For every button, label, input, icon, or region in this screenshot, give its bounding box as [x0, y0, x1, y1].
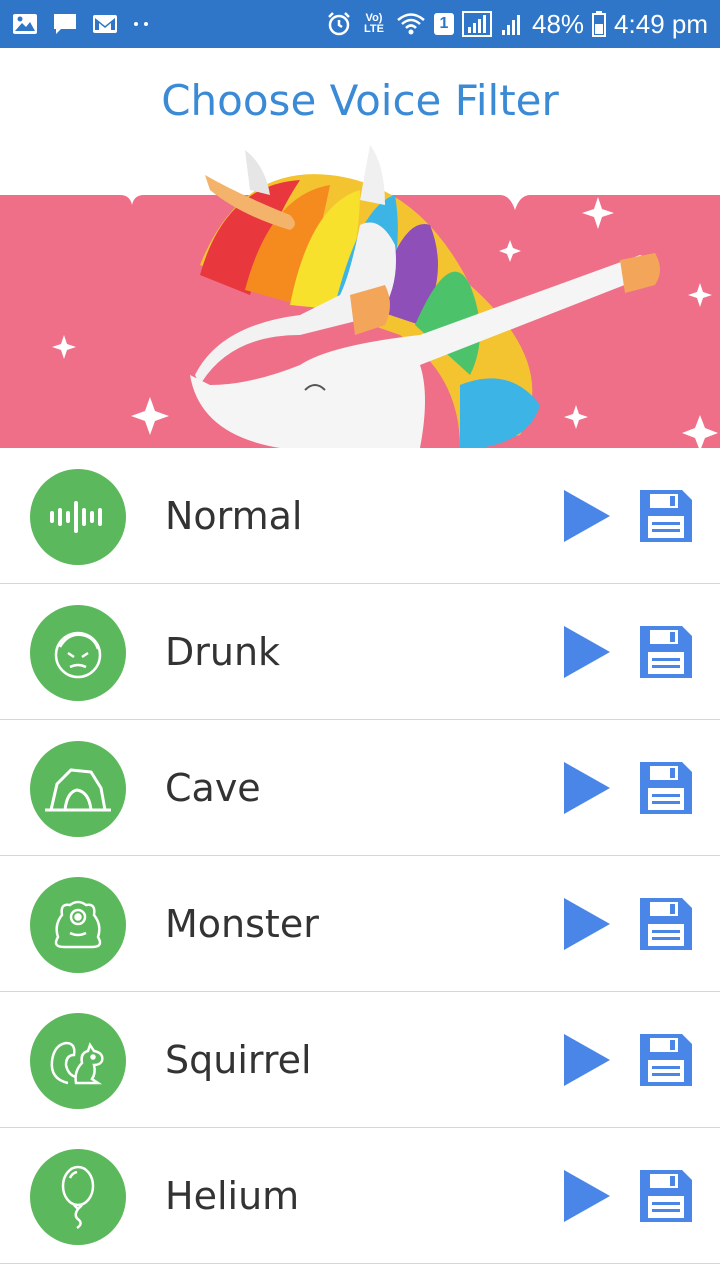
filter-label: Helium — [165, 1174, 300, 1218]
soundwave-icon — [30, 469, 126, 565]
play-button[interactable] — [562, 1168, 612, 1224]
floppy-save-icon — [640, 1170, 692, 1222]
play-icon — [564, 1034, 610, 1086]
floppy-save-icon — [640, 490, 692, 542]
filter-row-monster[interactable]: Monster — [0, 856, 720, 992]
squirrel-icon — [30, 1013, 126, 1109]
play-button[interactable] — [562, 488, 612, 544]
filter-label: Drunk — [165, 630, 281, 674]
more-dots-icon — [132, 20, 150, 28]
battery-percent: 48% — [532, 8, 585, 39]
alarm-icon — [326, 11, 352, 37]
filter-label: Cave — [165, 766, 261, 810]
filter-row-cave[interactable]: Cave — [0, 720, 720, 856]
system-indicators: Vo) LTE 1 48% 4:49 pm — [326, 9, 708, 40]
sim-badge-icon: 1 — [434, 13, 454, 35]
save-button[interactable] — [638, 760, 694, 816]
play-button[interactable] — [562, 896, 612, 952]
floppy-save-icon — [640, 626, 692, 678]
volte-icon: Vo) LTE — [364, 12, 384, 35]
save-button[interactable] — [638, 1032, 694, 1088]
save-button[interactable] — [638, 896, 694, 952]
save-button[interactable] — [638, 488, 694, 544]
voice-filter-list: Normal Drunk Cave Monster Squirrel Heliu… — [0, 448, 720, 1264]
floppy-save-icon — [640, 898, 692, 950]
wifi-icon — [396, 12, 426, 36]
signal-icon-2 — [500, 12, 524, 36]
save-button[interactable] — [638, 624, 694, 680]
play-icon — [564, 490, 610, 542]
drunk-face-icon — [30, 605, 126, 701]
play-icon — [564, 626, 610, 678]
play-icon — [564, 898, 610, 950]
filter-row-normal[interactable]: Normal — [0, 448, 720, 584]
play-button[interactable] — [562, 1032, 612, 1088]
battery-icon — [592, 11, 607, 37]
notification-icons — [12, 12, 150, 36]
cave-icon — [30, 741, 126, 837]
page-title: Choose Voice Filter — [161, 76, 559, 125]
signal-icon — [462, 11, 492, 37]
filter-label: Squirrel — [165, 1038, 312, 1082]
play-icon — [564, 762, 610, 814]
unicorn-banner — [0, 135, 720, 448]
play-icon — [564, 1170, 610, 1222]
play-button[interactable] — [562, 624, 612, 680]
filter-label: Normal — [165, 494, 303, 538]
monster-icon — [30, 877, 126, 973]
balloon-icon — [30, 1149, 126, 1245]
floppy-save-icon — [640, 762, 692, 814]
image-icon — [12, 13, 38, 35]
filter-row-helium[interactable]: Helium — [0, 1128, 720, 1264]
status-bar: Vo) LTE 1 48% 4:49 pm — [0, 0, 720, 48]
clock: 4:49 pm — [614, 8, 708, 39]
gmail-icon — [92, 14, 118, 34]
play-button[interactable] — [562, 760, 612, 816]
message-icon — [52, 12, 78, 36]
filter-row-squirrel[interactable]: Squirrel — [0, 992, 720, 1128]
filter-label: Monster — [165, 902, 319, 946]
floppy-save-icon — [640, 1034, 692, 1086]
save-button[interactable] — [638, 1168, 694, 1224]
filter-row-drunk[interactable]: Drunk — [0, 584, 720, 720]
